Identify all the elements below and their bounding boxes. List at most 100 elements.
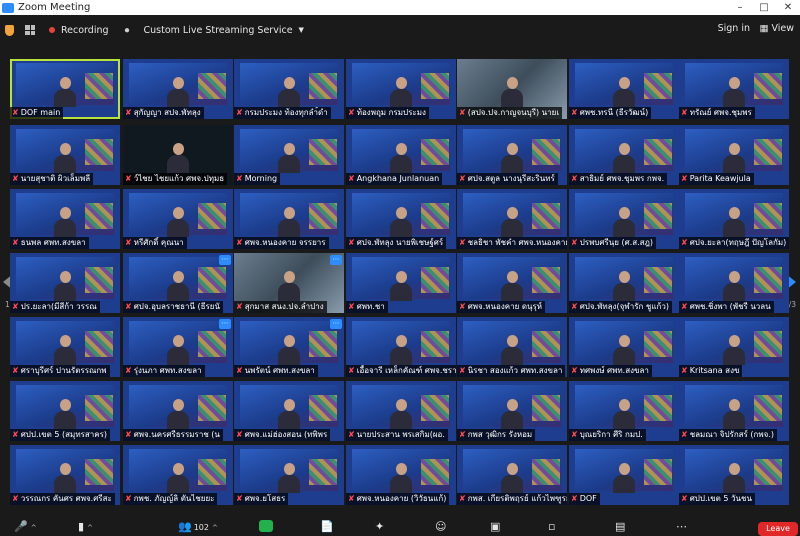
participant-name-label: ✘ นายสุชาติ ผิวเล็มพลี (10, 173, 94, 185)
reactions-icon[interactable]: ☺ (435, 520, 446, 533)
participant-tile[interactable]: ✘ ชลธิชา พัชคำ ศพจ.หนองคาย (457, 189, 567, 249)
slide-collage-image (754, 203, 782, 229)
participant-tile[interactable]: ✘ ปร.ยะลา(มีสีก้า วรรณ (10, 253, 120, 313)
participant-tile[interactable]: ✘ ศปจ.พัทลุง นายพิเชษฐ์ศร์ (346, 189, 456, 249)
participant-tile[interactable]: ✘ สาธิมย์ ศพจ.ชุมพร กพจ. (569, 125, 679, 185)
participant-tile[interactable]: ⋯ ✘ นพรัตน์ ศพท.สงขลา (234, 317, 344, 377)
chevron-up-icon[interactable]: ^ (212, 524, 218, 532)
participant-tile[interactable]: ✘ ท้องพฤุม กรมประมง (346, 59, 456, 119)
participant-tile[interactable]: ✘ หรีศักดิ์ คุณนา (123, 189, 233, 249)
tile-more-options-icon[interactable]: ⋯ (219, 319, 231, 329)
leave-button[interactable]: Leave (758, 522, 798, 536)
participants-button[interactable]: 👥 102 ^ (178, 520, 218, 533)
participant-video (499, 77, 525, 107)
participant-tile[interactable]: ✘ (สปจ.ปจ.กาญจนบุรี) นายเ (457, 59, 567, 119)
participant-tile[interactable]: ✘ ศพจ.หนองคาย (วิวัธนแก้) (346, 445, 456, 505)
participant-tile[interactable]: ✘ กรมประมง ท้องทุกลำ้ดำ (234, 59, 344, 119)
participant-name-label: ✘ นายประสาน พรเสกิม(ผอ. (346, 429, 448, 441)
mute-button[interactable]: 🎤 ^ (14, 520, 37, 533)
streaming-service-dropdown[interactable]: Custom Live Streaming Service ▼ (144, 25, 304, 36)
signin-button[interactable]: Sign in (718, 23, 750, 34)
participant-name: นพรัตน์ ศพท.สงขลา (244, 366, 315, 375)
ai-companion-icon[interactable]: ✦ (375, 520, 384, 533)
chevron-up-icon[interactable]: ^ (31, 524, 37, 532)
close-icon[interactable]: ✕ (776, 2, 800, 13)
participant-tile[interactable]: ✘ ปรพบศรีนฺย (ศ.ส.สฎ) (569, 189, 679, 249)
participant-tile[interactable]: ⋯ ✘ ศปจ.อุบลราชธานี (ธีรยนั (123, 253, 233, 313)
participant-name: ธนพล ศพท.สงขลา (20, 238, 86, 247)
participant-tile[interactable]: ✘ ทศพงษ์ ศพท.สงขลา (569, 317, 679, 377)
more-options-icon[interactable]: ⋯ (676, 520, 687, 533)
mic-muted-icon: ✘ (12, 430, 19, 439)
participant-tile[interactable]: ✘ สุกัญญา สปจ.พัทลุง (123, 59, 233, 119)
mic-muted-icon: ✘ (571, 174, 578, 183)
zoom-logo-icon (2, 2, 14, 13)
participant-tile[interactable]: ⋯ ✘ รุ่งนภา ศพท.สงขลา (123, 317, 233, 377)
notes-icon[interactable]: ▤ (615, 520, 625, 533)
participant-tile[interactable]: ✘ ศพท.ชา (346, 253, 456, 313)
participant-name-label: ✘ ทศพงษ์ ศพท.สงขลา (569, 365, 652, 377)
participant-tile[interactable]: ✘ ศปป.เขต 5 วันชน (679, 445, 789, 505)
participant-name-label: ✘ ศปจ.พัทลุง(จุฬารัก ชูแก้ว) (569, 301, 672, 313)
participant-tile[interactable]: ✘ ศพช.ชิ่งพา (พัชรี นวลน (679, 253, 789, 313)
security-shield-icon[interactable] (5, 24, 14, 36)
mic-muted-icon: ✘ (681, 238, 688, 247)
participant-name: DOF main (20, 108, 61, 117)
participant-tile[interactable]: ✘ กพส วุฒิกร รังหอม (457, 381, 567, 441)
participant-tile[interactable]: ✘ DOF main (10, 59, 120, 119)
recording-indicator[interactable]: Recording (49, 25, 109, 36)
mic-muted-icon: 🎤 (14, 520, 28, 533)
participant-tile[interactable]: ✘ นายสุชาติ ผิวเล็มพลี (10, 125, 120, 185)
gallery-grid-icon[interactable] (25, 25, 35, 35)
participant-tile[interactable]: ✘ Morning (234, 125, 344, 185)
slide-collage-image (198, 459, 226, 485)
participant-tile[interactable]: ✘ ศพจ.หนองคาย จรรยาร (234, 189, 344, 249)
tile-more-options-icon[interactable]: ⋯ (330, 255, 342, 265)
participant-tile[interactable]: ✘ ศปจ.พัทลุง(จุฬารัก ชูแก้ว) (569, 253, 679, 313)
participant-tile[interactable]: ✘ นิรชา สองแก้ว ศพท.สงขลา (457, 317, 567, 377)
mic-muted-icon: ✘ (236, 430, 243, 439)
maximize-icon[interactable]: □ (752, 2, 776, 13)
participant-tile[interactable]: ✘ Angkhana Junlanuan (346, 125, 456, 185)
slide-collage-image (421, 267, 449, 293)
participant-tile[interactable]: ✘ เอื้อจารี เหล็กคัณฑ์ ศพจ.ชรา (346, 317, 456, 377)
participant-video (388, 143, 414, 173)
whiteboard-icon[interactable]: ▫ (548, 520, 555, 533)
participant-name: Kritsana สงข (689, 366, 740, 375)
participant-tile[interactable]: ⋯ ✘ สุกมาส สนง.ปจ.ลำปาง (234, 253, 344, 313)
participant-tile[interactable]: ✘ ธนพล ศพท.สงขลา (10, 189, 120, 249)
share-screen-icon[interactable] (259, 520, 273, 532)
apps-icon[interactable]: ▣ (490, 520, 500, 533)
participant-tile[interactable]: ✘ ศปจ.ยะลา(ทฤษฎี ปัญโลกัม) (679, 189, 789, 249)
participant-tile[interactable]: ✘ บุณยริกา ศีริ กมป. (569, 381, 679, 441)
view-button[interactable]: ▦ View (759, 23, 794, 34)
participant-tile[interactable]: ✘ Kritsana สงข (679, 317, 789, 377)
participant-tile[interactable]: ✘ ศพจ.หนองคาย ดนุรุห์ (457, 253, 567, 313)
participant-tile[interactable]: ✘ ศพจ.นครศรีธรรมราช (น (123, 381, 233, 441)
participant-tile[interactable]: ✘ DOF (569, 445, 679, 505)
participant-name: กพส วุฒิกร รังหอม (467, 430, 533, 439)
tile-more-options-icon[interactable]: ⋯ (330, 319, 342, 329)
participant-tile[interactable]: ✘ นายประสาน พรเสกิม(ผอ. (346, 381, 456, 441)
slide-collage-image (309, 139, 337, 165)
document-icon[interactable]: 📄 (320, 520, 334, 533)
participant-tile[interactable]: ✘ กพช. ภัญญ์ลิ ตันไชยยะ (123, 445, 233, 505)
participant-tile[interactable]: ✘ ศปจ.สตูล นางนุรีสะรินทร์ (457, 125, 567, 185)
video-button[interactable]: ▮ ^ (78, 520, 93, 533)
participant-tile[interactable]: ✘ วรรณกร คันศร ศพจ.ศรีสะ (10, 445, 120, 505)
participant-tile[interactable]: ✘ ศปป.เขต 5 (สมุทรสาคร) (10, 381, 120, 441)
participant-tile[interactable]: ✘ ศพจ.แม่ฮ่องสอน (ทพิพร (234, 381, 344, 441)
tile-more-options-icon[interactable]: ⋯ (219, 255, 231, 265)
chevron-up-icon[interactable]: ^ (87, 524, 93, 532)
participant-tile[interactable]: ✘ ศราบุรีศร์ ปานรัตรรณกพ (10, 317, 120, 377)
participant-tile[interactable]: ✘ กพส. เกียรติพฤรย์ แก้วไพฑูรย์ (457, 445, 567, 505)
participant-tile[interactable]: ✘ Parita Keawjula (679, 125, 789, 185)
minimize-icon[interactable]: – (728, 2, 752, 13)
participant-tile[interactable]: ✘ ศพช.ทรนี (ธีรวัฒน์) (569, 59, 679, 119)
participant-tile[interactable]: ✘ ว์ไชย ไชยแก้ว ศพจ.ปทุมธ (123, 125, 233, 185)
participant-tile[interactable]: ✘ ชลมณา จิปรักสร์ (กพจ.) (679, 381, 789, 441)
participant-name-label: ✘ นพรัตน์ ศพท.สงขลา (234, 365, 318, 377)
participant-tile[interactable]: ✘ ทรัณย์ ศพจ.ชุมพร (679, 59, 789, 119)
participant-tile[interactable]: ✘ ศพจ.ยโสธร (234, 445, 344, 505)
slide-collage-image (754, 267, 782, 293)
